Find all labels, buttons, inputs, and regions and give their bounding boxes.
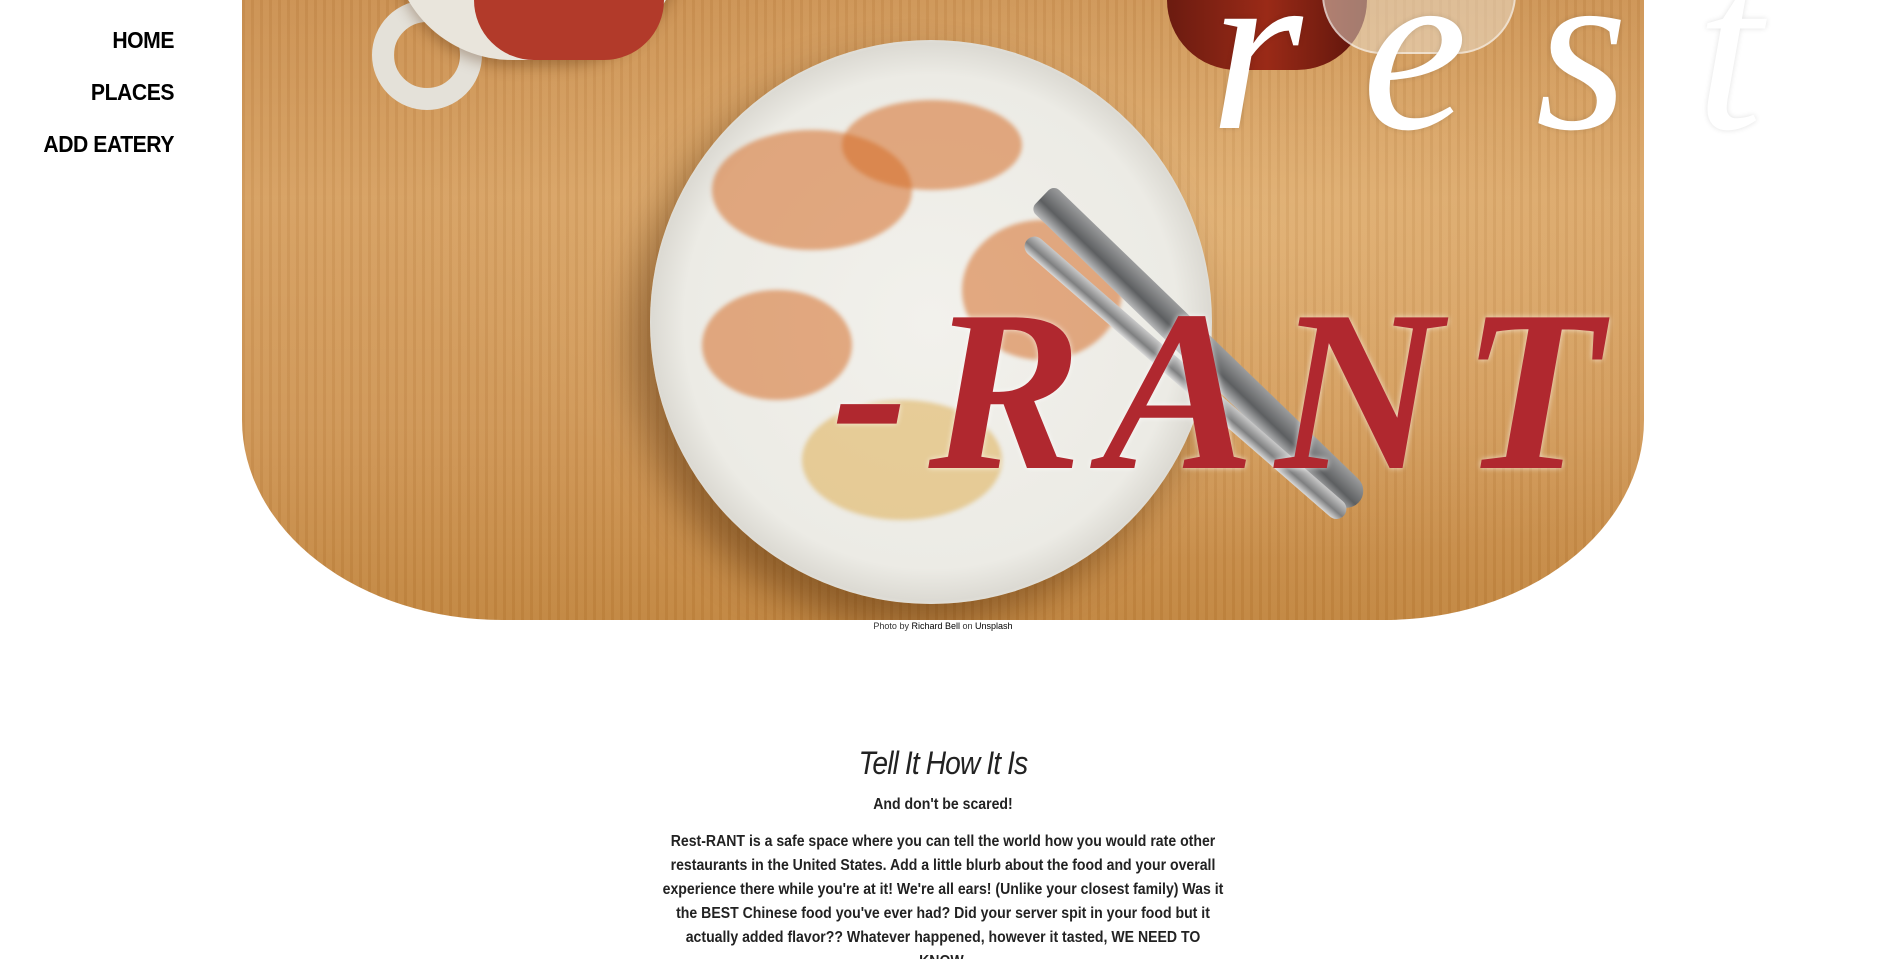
- mug-pattern-band: [474, 0, 664, 60]
- sauce-smear: [842, 100, 1022, 190]
- main-content: Tell It How It Is And don't be scared! R…: [0, 745, 1886, 959]
- credit-prefix: Photo by: [873, 621, 909, 631]
- photo-credit: Photo by Richard Bell on Unsplash: [0, 621, 1886, 631]
- page-subheading: And don't be scared!: [873, 796, 1013, 813]
- credit-author-link[interactable]: Richard Bell: [911, 621, 960, 631]
- credit-source-link[interactable]: Unsplash: [975, 621, 1013, 631]
- credit-middle: on: [962, 621, 973, 631]
- nav-places-link[interactable]: PLACES: [14, 66, 175, 118]
- sidebar-nav: HOME PLACES ADD EATERY: [0, 14, 174, 170]
- page: HOME PLACES ADD EATERY rest -RANT Photo …: [0, 0, 1894, 959]
- page-heading: Tell It How It Is: [858, 745, 1029, 781]
- nav-add-eatery-link[interactable]: ADD EATERY: [14, 118, 174, 170]
- hero-title-rant: -RANT: [832, 263, 1622, 518]
- sauce-smear: [702, 290, 852, 400]
- intro-paragraph: Rest-RANT is a safe space where you can …: [662, 833, 1224, 959]
- hero-title-rest: rest: [1210, 0, 1831, 180]
- nav-home-link[interactable]: HOME: [14, 14, 174, 66]
